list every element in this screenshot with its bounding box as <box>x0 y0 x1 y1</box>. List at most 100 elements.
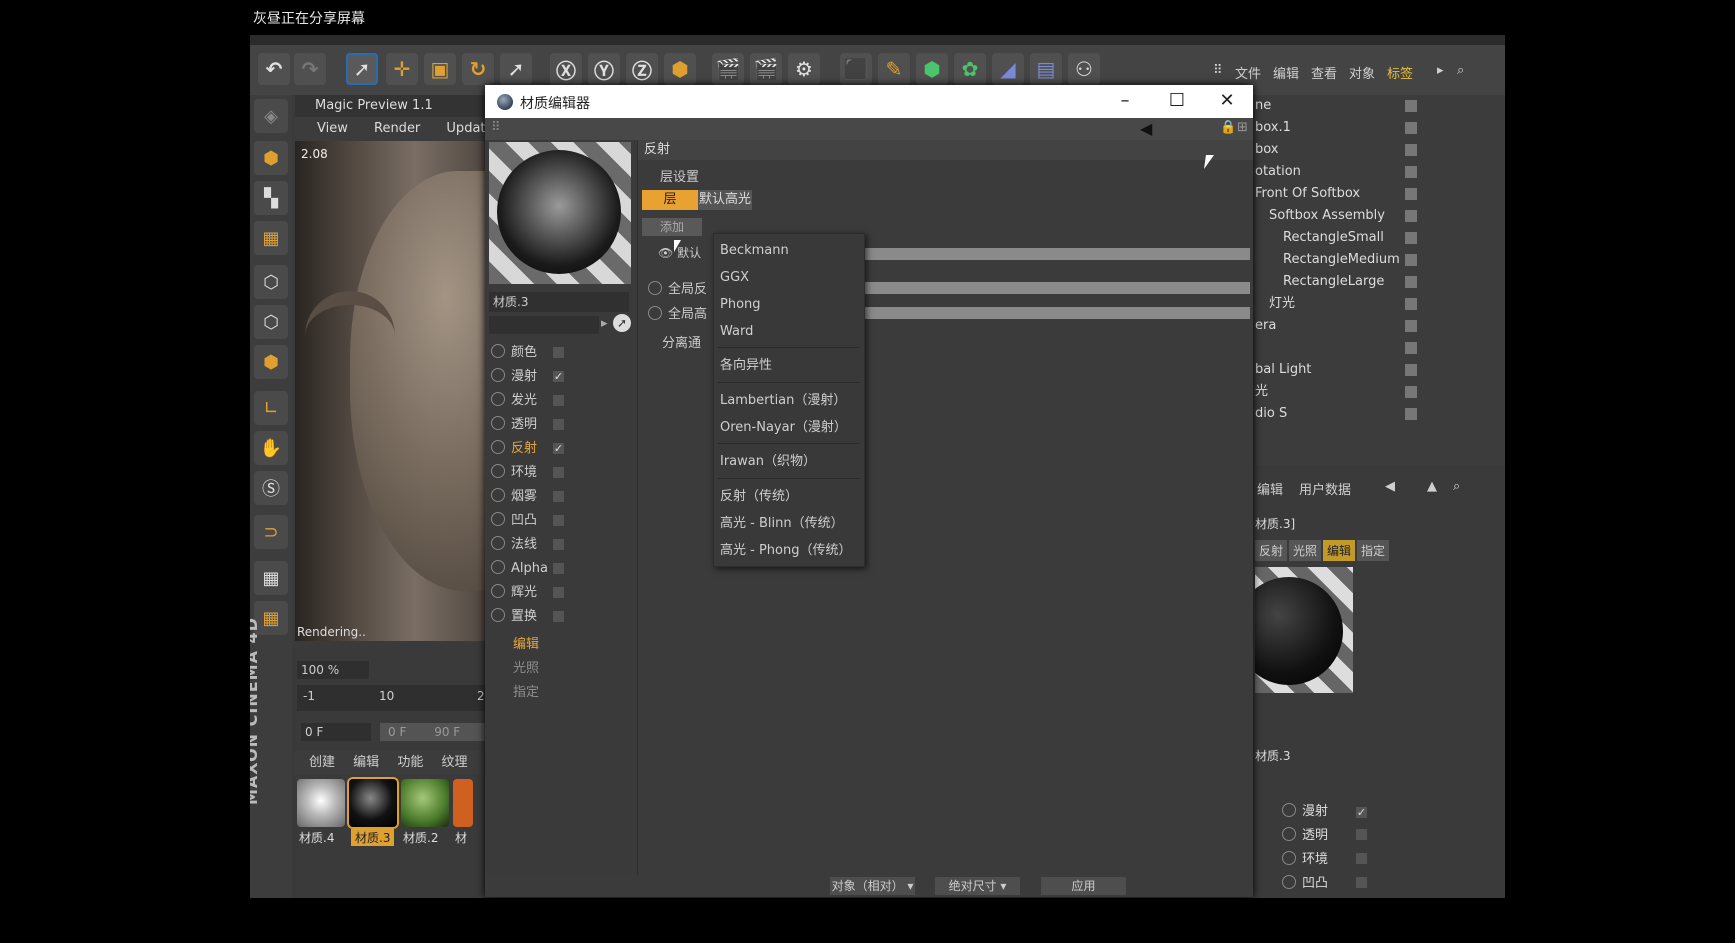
live-select-icon[interactable]: ➚ <box>500 53 532 85</box>
layer-tab-button[interactable]: 层 <box>642 190 698 210</box>
menu-create[interactable]: 创建 <box>309 755 335 770</box>
material-swatch-selected[interactable] <box>349 779 397 827</box>
list-item[interactable]: RectangleSmall <box>1255 227 1505 249</box>
menu-tags[interactable]: 标签 <box>1387 63 1413 82</box>
menu-user-data[interactable]: 用户数据 <box>1299 479 1351 498</box>
list-item[interactable]: ne <box>1255 95 1505 117</box>
global-reflection-row[interactable]: 全局反 <box>648 278 707 297</box>
global-reflection-slider[interactable] <box>848 282 1250 294</box>
channel-luminance[interactable]: 发光 <box>491 391 564 411</box>
attr-channel[interactable]: 透明 <box>1282 824 1368 843</box>
workplane-icon[interactable]: ▦ <box>254 221 288 255</box>
list-item[interactable]: Front Of Softbox <box>1255 183 1505 205</box>
points-mode-icon[interactable]: ⬡ <box>254 265 288 299</box>
apply-button[interactable]: 应用 <box>1041 877 1126 895</box>
lock-icon[interactable]: 🔒 <box>1220 120 1236 135</box>
model-mode-icon[interactable]: ◈ <box>254 99 288 133</box>
channel-displacement[interactable]: 置换 <box>491 607 564 627</box>
list-item[interactable]: 光 <box>1255 381 1505 403</box>
y-axis-icon[interactable]: Ⓨ <box>588 53 620 85</box>
size-mode-select[interactable]: 绝对尺寸 ▾ <box>935 877 1020 895</box>
timeline-ruler[interactable]: -1 10 2 <box>297 685 497 711</box>
channel-glow[interactable]: 辉光 <box>491 583 564 603</box>
deformer-icon[interactable]: ◢ <box>992 53 1024 85</box>
list-item[interactable]: RectangleMedium <box>1255 249 1505 271</box>
back-arrow-icon[interactable]: ◀ <box>1385 479 1395 494</box>
undo-icon[interactable]: ↶ <box>258 53 290 85</box>
menu-edit[interactable]: 编辑 <box>353 755 379 770</box>
subdivision-icon[interactable]: ⬢ <box>916 53 948 85</box>
channel-diffusion[interactable]: 漫射 ✓ <box>491 367 564 387</box>
menu-view[interactable]: View <box>317 121 348 136</box>
preview-viewport[interactable] <box>295 141 590 641</box>
menu-item-phong[interactable]: Phong <box>720 294 761 316</box>
menu-view[interactable]: 查看 <box>1311 63 1337 82</box>
material-swatch[interactable] <box>401 779 449 827</box>
maximize-icon[interactable]: ☐ <box>1165 89 1189 113</box>
attr-channel[interactable]: 凹凸 <box>1282 872 1368 891</box>
menu-item-ggx[interactable]: GGX <box>720 267 749 289</box>
list-item[interactable] <box>1255 337 1505 359</box>
axis-mode-icon[interactable]: ∟ <box>254 391 288 425</box>
list-item[interactable]: box <box>1255 139 1505 161</box>
menu-item-ward[interactable]: Ward <box>720 321 753 343</box>
redo-icon[interactable]: ↷ <box>294 53 326 85</box>
close-icon[interactable]: ✕ <box>1215 89 1239 113</box>
channel-environment[interactable]: 环境 <box>491 463 564 483</box>
pick-icon[interactable]: ➚ <box>613 314 631 332</box>
menu-item-irawan[interactable]: Irawan（织物） <box>720 451 816 473</box>
channel-transparency[interactable]: 透明 <box>491 415 564 435</box>
list-item[interactable]: era <box>1255 315 1505 337</box>
floor-icon[interactable]: ▤ <box>1030 53 1062 85</box>
cloner-icon[interactable]: ✿ <box>954 53 986 85</box>
menu-edit[interactable]: 编辑 <box>1273 63 1299 82</box>
polygons-mode-icon[interactable]: ⬢ <box>254 345 288 379</box>
search-icon[interactable]: ⌕ <box>1457 63 1464 78</box>
menu-render[interactable]: Render <box>374 121 420 136</box>
up-arrow-icon[interactable]: ▲ <box>1427 479 1437 494</box>
frame-range-field[interactable]: 0 F 90 F <box>380 723 495 741</box>
render-view-icon[interactable]: 🎬 <box>712 53 744 85</box>
list-item[interactable]: bal Light <box>1255 359 1505 381</box>
menu-function[interactable]: 功能 <box>397 755 423 770</box>
current-frame-field[interactable]: 0 F <box>301 723 371 741</box>
texture-mode-icon[interactable]: ▚ <box>254 181 288 215</box>
channel-normal[interactable]: 法线 <box>491 535 564 555</box>
channel-alpha[interactable]: Alpha <box>491 559 564 579</box>
menu-texture[interactable]: 纹理 <box>441 755 467 770</box>
scale-tool-icon[interactable]: ▣ <box>424 53 456 85</box>
x-axis-icon[interactable]: Ⓧ <box>550 53 582 85</box>
workplane-lock-icon[interactable]: ▦ <box>254 561 288 595</box>
back-arrow-icon[interactable]: ◀ <box>1140 119 1152 138</box>
material-swatch[interactable] <box>453 779 473 827</box>
list-item[interactable]: RectangleLarge <box>1255 271 1505 293</box>
material-name-input[interactable] <box>489 316 599 334</box>
snap-icon[interactable]: Ⓢ <box>254 471 288 505</box>
move-tool-icon[interactable]: ✛ <box>386 53 418 85</box>
list-item[interactable]: 灯光 <box>1255 293 1505 315</box>
camera-icon[interactable]: ⚇ <box>1068 53 1100 85</box>
cube-object-icon[interactable]: ⬛ <box>840 53 872 85</box>
subsection-assign[interactable]: 指定 <box>513 681 539 700</box>
menu-item-anisotropy[interactable]: 各向异性 <box>720 355 772 377</box>
add-layer-button[interactable]: 添加 <box>642 218 702 236</box>
coordinate-mode-select[interactable]: 对象（相对） ▾ <box>830 877 915 895</box>
channel-fog[interactable]: 烟雾 <box>491 487 564 507</box>
channel-bump[interactable]: 凹凸 <box>491 511 564 531</box>
select-tool-icon[interactable]: ➚ <box>346 53 378 85</box>
material-swatch[interactable] <box>297 779 345 827</box>
edges-mode-icon[interactable]: ⬡ <box>254 305 288 339</box>
new-panel-icon[interactable]: ⊞ <box>1237 120 1248 135</box>
attr-channel[interactable]: 环境 <box>1282 848 1368 867</box>
menu-item-oren-nayar[interactable]: Oren-Nayar（漫射） <box>720 417 847 439</box>
tab-assign[interactable]: 指定 <box>1357 540 1390 561</box>
menu-item-phong-legacy[interactable]: 高光 - Phong（传统） <box>720 540 851 562</box>
coordinate-system-icon[interactable]: ⬢ <box>664 53 696 85</box>
attr-channel[interactable]: 漫射 ✓ <box>1282 800 1368 819</box>
tweak-mode-icon[interactable]: ✋ <box>254 431 288 465</box>
global-specular-row[interactable]: 全局高 <box>648 303 707 322</box>
menu-item-lambertian[interactable]: Lambertian（漫射） <box>720 390 846 412</box>
channel-reflectance[interactable]: 反射 ✓ <box>491 439 564 459</box>
tab-editor[interactable]: 编辑 <box>1323 540 1356 561</box>
material-preview[interactable] <box>489 142 631 284</box>
